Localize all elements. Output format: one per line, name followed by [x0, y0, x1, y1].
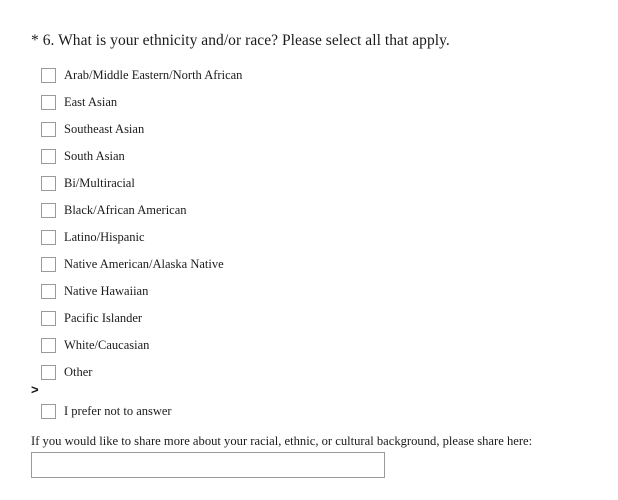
checkbox-other[interactable] — [41, 365, 56, 380]
checkbox-south-asian[interactable] — [41, 149, 56, 164]
checkbox-southeast-asian[interactable] — [41, 122, 56, 137]
option-label: Arab/Middle Eastern/North African — [64, 68, 243, 82]
ethnicity-options-list: Arab/Middle Eastern/North African East A… — [41, 62, 581, 386]
checkbox-pacific-islander[interactable] — [41, 311, 56, 326]
checkbox-native-hawaiian[interactable] — [41, 284, 56, 299]
option-row-native-american-alaska-native[interactable]: Native American/Alaska Native — [41, 251, 581, 278]
option-row-pacific-islander[interactable]: Pacific Islander — [41, 305, 581, 332]
checkbox-latino-hispanic[interactable] — [41, 230, 56, 245]
option-label: South Asian — [64, 149, 125, 163]
option-label: Native American/Alaska Native — [64, 257, 224, 271]
chevron-right-icon: > — [31, 382, 39, 397]
option-row-east-asian[interactable]: East Asian — [41, 89, 581, 116]
option-row-other[interactable]: Other — [41, 359, 581, 386]
option-label: Latino/Hispanic — [64, 230, 145, 244]
option-label: I prefer not to answer — [64, 404, 172, 418]
option-row-black-african-american[interactable]: Black/African American — [41, 197, 581, 224]
checkbox-white-caucasian[interactable] — [41, 338, 56, 353]
option-row-white-caucasian[interactable]: White/Caucasian — [41, 332, 581, 359]
option-row-southeast-asian[interactable]: Southeast Asian — [41, 116, 581, 143]
option-row-bi-multiracial[interactable]: Bi/Multiracial — [41, 170, 581, 197]
option-label: White/Caucasian — [64, 338, 150, 352]
page-title: * 6. What is your ethnicity and/or race?… — [31, 32, 450, 49]
option-label: Black/African American — [64, 203, 187, 217]
option-label: Bi/Multiracial — [64, 176, 135, 190]
followup-text-input[interactable] — [31, 452, 385, 478]
checkbox-arab-middle-eastern-north-african[interactable] — [41, 68, 56, 83]
option-row-prefer-not-to-answer[interactable]: I prefer not to answer — [41, 404, 172, 419]
option-label: Other — [64, 365, 93, 379]
checkbox-east-asian[interactable] — [41, 95, 56, 110]
option-row-latino-hispanic[interactable]: Latino/Hispanic — [41, 224, 581, 251]
checkbox-native-american-alaska-native[interactable] — [41, 257, 56, 272]
checkbox-prefer-not-to-answer[interactable] — [41, 404, 56, 419]
checkbox-black-african-american[interactable] — [41, 203, 56, 218]
option-row-native-hawaiian[interactable]: Native Hawaiian — [41, 278, 581, 305]
option-label: Native Hawaiian — [64, 284, 149, 298]
checkbox-bi-multiracial[interactable] — [41, 176, 56, 191]
survey-question-page: * 6. What is your ethnicity and/or race?… — [0, 0, 618, 500]
option-label: Southeast Asian — [64, 122, 145, 136]
option-row-arab-middle-eastern-north-african[interactable]: Arab/Middle Eastern/North African — [41, 62, 581, 89]
followup-prompt-label: If you would like to share more about yo… — [31, 434, 533, 448]
option-row-south-asian[interactable]: South Asian — [41, 143, 581, 170]
option-label: Pacific Islander — [64, 311, 143, 325]
option-label: East Asian — [64, 95, 118, 109]
